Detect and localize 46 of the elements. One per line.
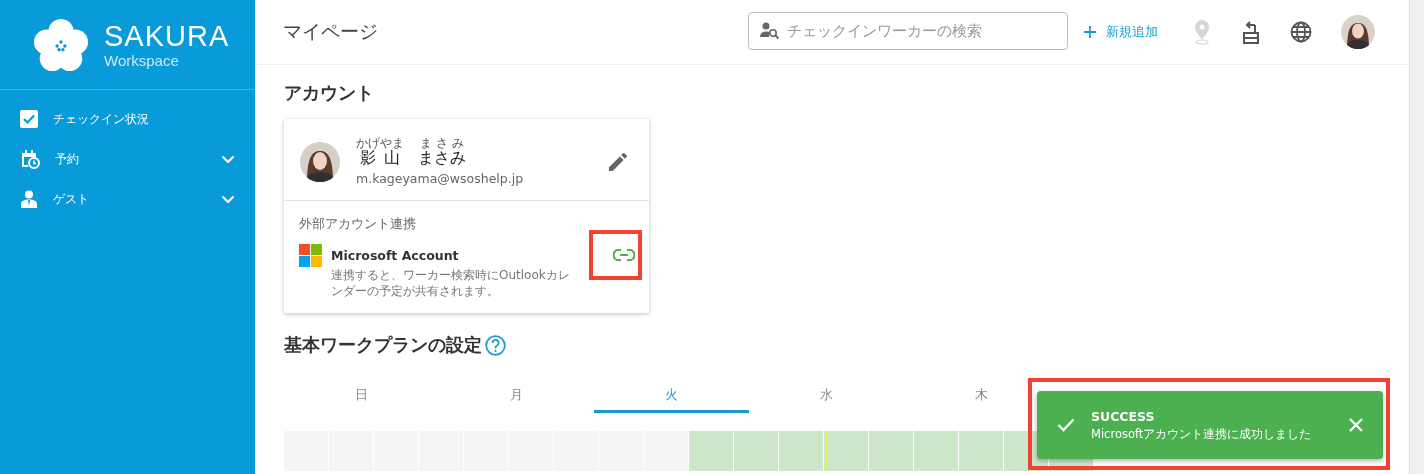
day-tab[interactable]: 月: [439, 379, 594, 413]
service-name: Microsoft Account: [331, 247, 460, 263]
link-icon: [613, 249, 635, 261]
help-icon[interactable]: [485, 334, 506, 356]
four-squares-logo-icon: [299, 243, 322, 267]
toast-message: Microsoftアカウント連携に成功しました: [1091, 426, 1313, 442]
scrollbar[interactable]: [1409, 0, 1424, 474]
checkbox-icon: [20, 110, 38, 128]
day-tab[interactable]: 日: [284, 379, 439, 413]
section-heading: アカウント: [284, 81, 375, 105]
time-slot[interactable]: [779, 431, 824, 471]
chevron-down-icon: [221, 194, 235, 204]
nav-item[interactable]: 予約: [0, 139, 255, 179]
time-slot[interactable]: [734, 431, 779, 471]
logo-subtitle: Workspace: [104, 52, 180, 69]
logo-title: SAKURA: [104, 20, 230, 52]
time-slot[interactable]: [869, 431, 914, 471]
search-field[interactable]: チェックインワーカーの検索: [748, 12, 1068, 50]
chevron-down-icon: [221, 154, 235, 164]
close-icon: [1349, 418, 1363, 432]
day-tab[interactable]: 木: [904, 379, 1059, 413]
person-icon: [20, 190, 38, 208]
checkout-icon[interactable]: [1241, 19, 1261, 45]
section-heading: 基本ワークプランの設定: [284, 333, 482, 357]
highlight-frame: [589, 230, 642, 280]
plus-icon: [1084, 26, 1096, 38]
external-accounts-label: 外部アカウント連携: [299, 216, 416, 231]
time-slot[interactable]: [959, 431, 1004, 471]
day-tab[interactable]: 水: [749, 379, 904, 413]
globe-icon[interactable]: [1290, 21, 1312, 43]
time-slot[interactable]: [689, 431, 734, 471]
page-title: マイページ: [283, 19, 379, 44]
checkmark-icon: [1057, 418, 1075, 432]
toast-title: SUCCESS: [1091, 408, 1156, 424]
time-slot[interactable]: [824, 431, 869, 471]
user-name: 影山 かげやま まさみ まさみ: [356, 137, 467, 169]
nav-item[interactable]: チェックイン状況: [0, 99, 255, 139]
user-email: m.kageyama@wsoshelp.jp: [356, 171, 525, 186]
current-time-line: [826, 431, 827, 471]
day-tab[interactable]: 火: [594, 379, 749, 413]
add-button[interactable]: 新規追加: [1080, 19, 1162, 45]
service-description: 連携すると、ワーカー検索時にOutlookカレンダーの予定が共有されます。: [331, 267, 571, 299]
nav-item[interactable]: ゲスト: [0, 179, 255, 219]
time-slot[interactable]: [914, 431, 959, 471]
calendar-clock-icon: [20, 149, 40, 169]
pencil-icon: [609, 152, 627, 171]
